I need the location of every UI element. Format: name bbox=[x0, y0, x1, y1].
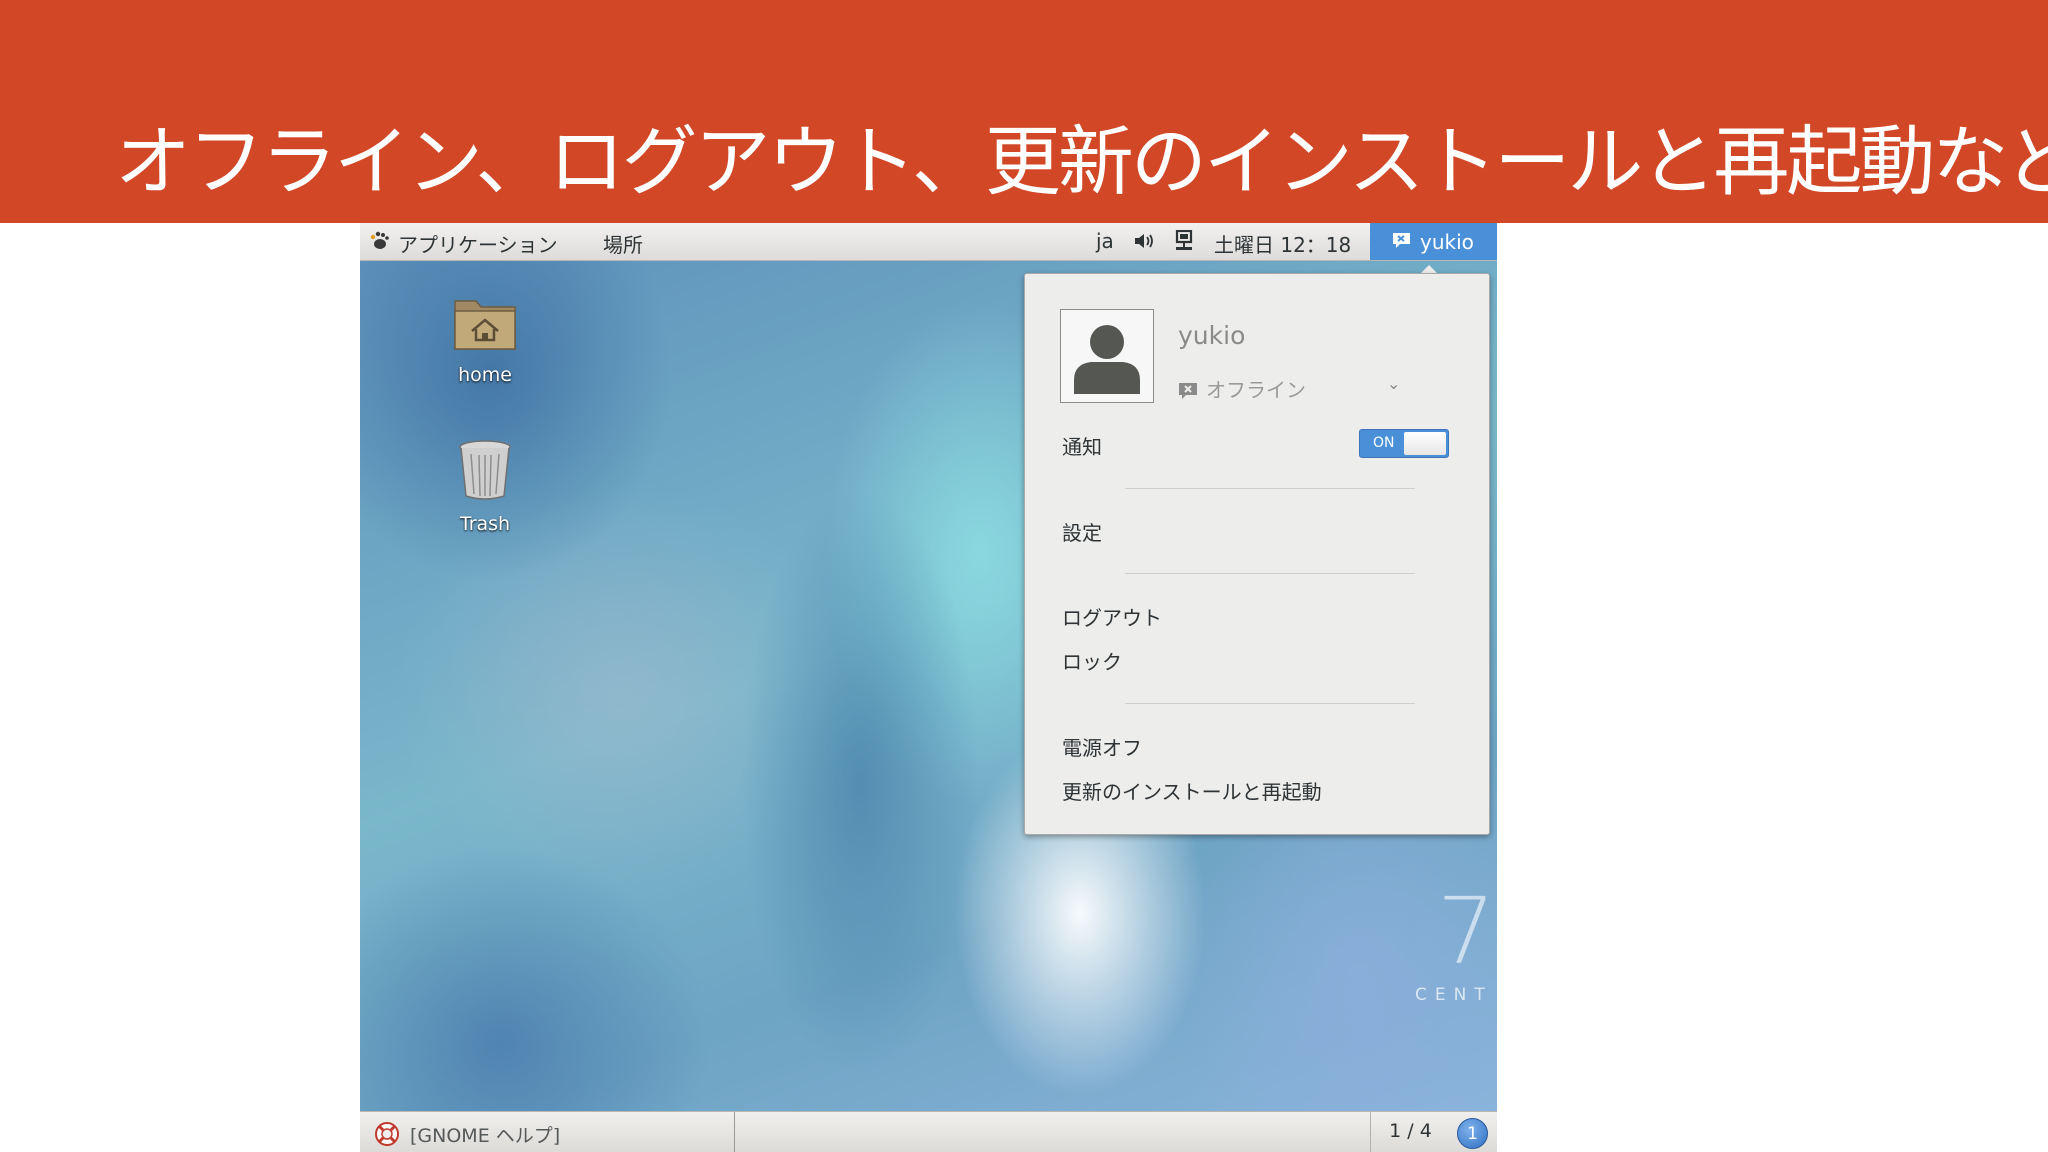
presence-status[interactable]: オフライン bbox=[1178, 374, 1306, 403]
lock-menu-item[interactable]: ロック bbox=[1062, 646, 1122, 675]
user-menu-button[interactable]: yukio bbox=[1370, 223, 1497, 260]
user-menu-label: yukio bbox=[1420, 230, 1474, 254]
notifications-label: 通知 bbox=[1062, 435, 1102, 459]
taskbar-item-label: [GNOME ヘルプ] bbox=[410, 1125, 561, 1147]
chevron-down-icon[interactable]: ⌄ bbox=[1387, 374, 1400, 393]
desktop-icon-home[interactable]: home bbox=[425, 293, 545, 386]
workspace-switcher[interactable]: 1 / 4 bbox=[1370, 1112, 1450, 1152]
top-panel: アプリケーション 場所 ja 土曜日 12：18 yukio bbox=[360, 223, 1497, 261]
toggle-on-label: ON bbox=[1373, 435, 1395, 451]
notifications-toggle[interactable]: ON bbox=[1359, 429, 1449, 458]
offline-status-icon bbox=[1179, 383, 1197, 399]
user-avatar-icon bbox=[1074, 325, 1140, 394]
help-lifebuoy-icon bbox=[375, 1122, 399, 1146]
taskbar-item-gnome-help[interactable]: [GNOME ヘルプ] bbox=[360, 1112, 735, 1152]
menu-separator bbox=[1125, 703, 1415, 704]
desktop-icon-label: home bbox=[458, 364, 512, 386]
centos-watermark-number: 7 bbox=[1437, 878, 1496, 985]
desktop-icon-trash[interactable]: Trash bbox=[425, 438, 545, 535]
power-off-menu-item[interactable]: 電源オフ bbox=[1062, 732, 1142, 761]
bottom-panel: [GNOME ヘルプ] 1 / 4 1 bbox=[360, 1111, 1497, 1152]
volume-icon[interactable] bbox=[1133, 232, 1157, 250]
notification-badge[interactable]: 1 bbox=[1457, 1118, 1488, 1149]
home-folder-icon bbox=[454, 300, 516, 350]
gnome-foot-icon bbox=[370, 231, 389, 249]
input-method-indicator[interactable]: ja bbox=[1096, 229, 1114, 253]
user-menu-popover: yukio オフライン ⌄ 通知 ON 設定 ログアウト ロック 電源オフ 更新… bbox=[1024, 273, 1490, 835]
applications-menu[interactable]: アプリケーション bbox=[398, 229, 558, 258]
settings-menu-item[interactable]: 設定 bbox=[1062, 517, 1102, 546]
menu-separator bbox=[1125, 488, 1415, 489]
chat-status-icon bbox=[1393, 233, 1410, 248]
centos-watermark-text: CENT bbox=[1415, 985, 1493, 1005]
menu-separator bbox=[1125, 573, 1415, 574]
desktop-screenshot: アプリケーション 場所 ja 土曜日 12：18 yukio home Tras… bbox=[360, 223, 1497, 1152]
logout-menu-item[interactable]: ログアウト bbox=[1062, 602, 1162, 631]
avatar[interactable] bbox=[1060, 309, 1154, 403]
places-menu[interactable]: 場所 bbox=[603, 229, 643, 258]
slide-title: オフライン、ログアウト、更新のインストールと再起動など bbox=[115, 117, 2048, 206]
trash-icon bbox=[459, 440, 511, 500]
desktop-icon-label: Trash bbox=[459, 513, 511, 535]
menu-username: yukio bbox=[1178, 321, 1246, 350]
toggle-knob bbox=[1404, 432, 1446, 455]
install-updates-restart-menu-item[interactable]: 更新のインストールと再起動 bbox=[1062, 776, 1322, 805]
clock[interactable]: 土曜日 12：18 bbox=[1214, 229, 1351, 258]
presence-status-label: オフライン bbox=[1206, 378, 1306, 402]
network-icon[interactable] bbox=[1174, 230, 1194, 252]
